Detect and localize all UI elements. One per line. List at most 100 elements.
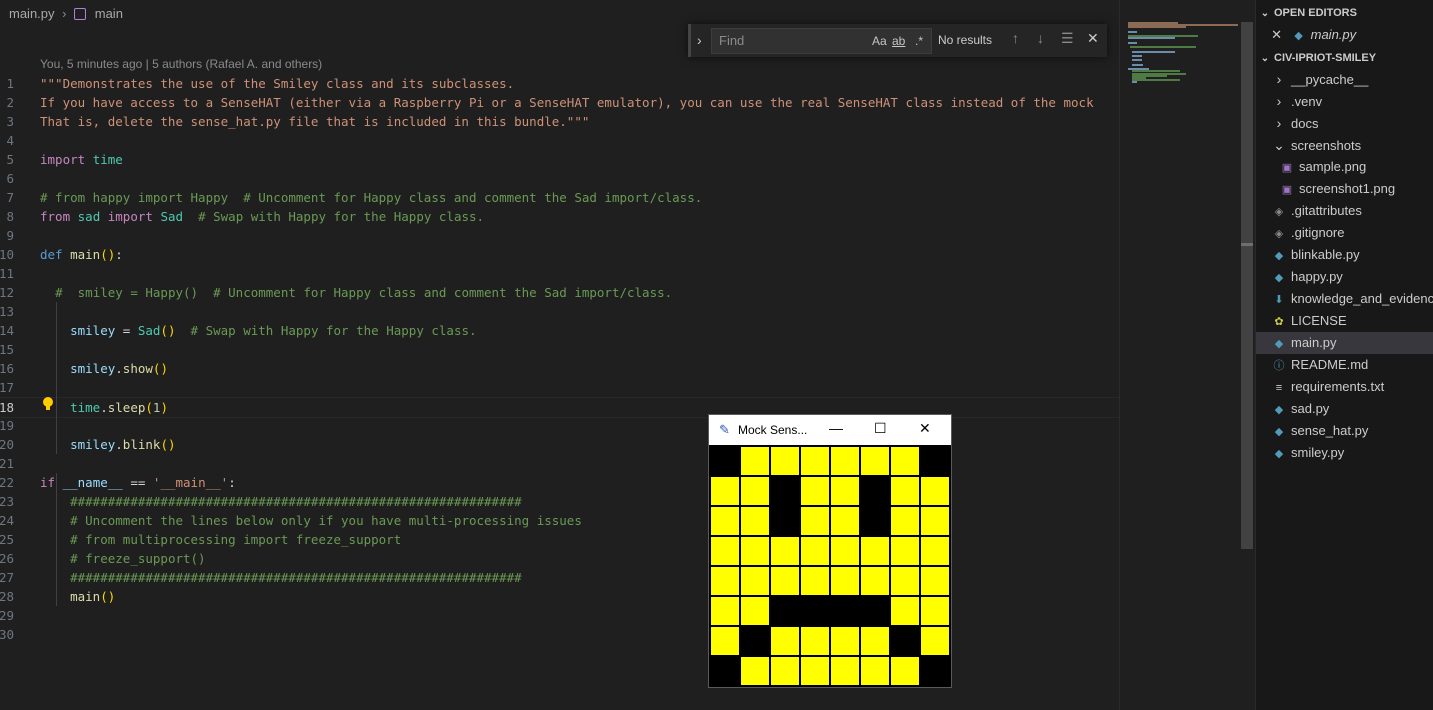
line-number: 14 [0, 323, 14, 338]
explorer-item-smiley-py[interactable]: ◆ smiley.py [1256, 442, 1433, 464]
explorer-item-label: docs [1291, 116, 1319, 131]
code-line[interactable]: 3 That is, delete the sense_hat.py file t… [0, 112, 1119, 131]
led-pixel [831, 447, 859, 475]
explorer-item-requirements-txt[interactable]: ≡ requirements.txt [1256, 376, 1433, 398]
line-number: 1 [6, 76, 14, 91]
explorer-item-label: screenshots [1291, 138, 1362, 153]
regex-icon[interactable]: .* [915, 34, 923, 48]
line-number: 27 [0, 570, 14, 585]
line-text: ########################################… [70, 570, 522, 585]
explorer-item-happy-py[interactable]: ◆ happy.py [1256, 266, 1433, 288]
explorer-item-venv[interactable]: › .venv [1256, 90, 1433, 112]
led-pixel [831, 507, 859, 535]
led-pixel [921, 627, 949, 655]
explorer-item-label: main.py [1291, 335, 1337, 350]
close-icon[interactable]: ✕ [1256, 24, 1282, 46]
code-line[interactable]: 6 [0, 169, 1119, 188]
explorer-item-sad-py[interactable]: ◆ sad.py [1256, 398, 1433, 420]
minimap-line [1132, 79, 1180, 82]
close-icon[interactable]: ✕ [1087, 30, 1099, 47]
code-line[interactable]: 11 [0, 264, 1119, 283]
explorer-item-screenshot1-png[interactable]: ▣ screenshot1.png [1256, 178, 1433, 200]
code-line[interactable]: 5 import time [0, 150, 1119, 169]
whole-word-icon[interactable]: ab [892, 34, 905, 48]
explorer-item-knowledge-and-evidence[interactable]: ⬇ knowledge_and_evidence [1256, 288, 1433, 310]
code-line[interactable]: 9 [0, 226, 1119, 245]
python-icon: ◆ [1274, 426, 1284, 438]
code-line[interactable]: 10 def main(): [0, 245, 1119, 264]
led-pixel [831, 627, 859, 655]
open-editor-item[interactable]: ✕ ◆ main.py [1256, 24, 1433, 46]
explorer-item-sense-hat-py[interactable]: ◆ sense_hat.py [1256, 420, 1433, 442]
led-pixel [891, 567, 919, 595]
led-pixel [741, 447, 769, 475]
line-number: 18 [0, 400, 14, 415]
minimize-icon[interactable]: — [829, 420, 843, 436]
maximize-icon[interactable]: ☐ [874, 420, 887, 437]
explorer-item-gitignore[interactable]: ◈ .gitignore [1256, 222, 1433, 244]
explorer-item-gitattributes[interactable]: ◈ .gitattributes [1256, 200, 1433, 222]
line-number: 28 [0, 589, 14, 604]
code-line[interactable]: 8 from sad import Sad # Swap with Happy f… [0, 207, 1119, 226]
code-line[interactable]: 14 smiley = Sad() # Swap with Happy for … [0, 321, 1119, 340]
chevron-right-icon: › [1276, 71, 1282, 87]
line-text: time.sleep(1) [70, 400, 168, 415]
code-line[interactable]: 2 If you have access to a SenseHAT (eithe… [0, 93, 1119, 112]
find-in-selection-icon[interactable]: ☰ [1061, 30, 1074, 47]
minimap-line [1128, 41, 1137, 44]
led-pixel [891, 657, 919, 685]
line-text: """Demonstrates the use of the Smiley cl… [40, 76, 515, 91]
explorer-item-docs[interactable]: › docs [1256, 112, 1433, 134]
code-line[interactable]: 15 [0, 340, 1119, 359]
code-line[interactable]: 13 [0, 302, 1119, 321]
code-line[interactable]: 17 [0, 378, 1119, 397]
line-number: 4 [6, 133, 14, 148]
project-header[interactable]: ⌄ CIV-IPRIOT-SMILEY [1256, 47, 1376, 69]
led-pixel [771, 567, 799, 595]
python-icon: ◆ [1274, 448, 1284, 460]
window-titlebar[interactable]: ✎ Mock Sens... — ☐ ✕ [709, 415, 951, 445]
breadcrumb-symbol[interactable]: main [95, 1, 123, 27]
explorer-item-pycache[interactable]: › __pycache__ [1256, 68, 1433, 90]
explorer-item-license[interactable]: ✿ LICENSE [1256, 310, 1433, 332]
explorer-item-sample-png[interactable]: ▣ sample.png [1256, 156, 1433, 178]
match-case-icon[interactable]: Aa [872, 34, 887, 48]
previous-match-icon[interactable]: ↑ [1012, 30, 1019, 46]
line-number: 19 [0, 418, 14, 433]
line-text: # from happy import Happy # Uncomment fo… [40, 190, 703, 205]
explorer-item-label: .gitignore [1291, 225, 1345, 240]
explorer-item-blinkable-py[interactable]: ◆ blinkable.py [1256, 244, 1433, 266]
find-input[interactable]: Find Aa ab .* [711, 28, 932, 54]
led-pixel [741, 477, 769, 505]
python-icon: ◆ [1294, 30, 1303, 42]
explorer-item-readme-md[interactable]: ⓘ README.md [1256, 354, 1433, 376]
explorer-item-label: knowledge_and_evidence [1291, 291, 1433, 306]
led-pixel [801, 657, 829, 685]
code-line[interactable]: 7 # from happy import Happy # Uncomment f… [0, 188, 1119, 207]
lightbulb-icon[interactable] [42, 396, 54, 412]
led-pixel [861, 447, 889, 475]
open-editors-header[interactable]: ⌄ OPEN EDITORS [1256, 2, 1357, 24]
explorer-item-screenshots[interactable]: ⌄ screenshots [1256, 134, 1433, 156]
code-line[interactable]: 12 # smiley = Happy() # Uncomment for Ha… [0, 283, 1119, 302]
close-icon[interactable]: ✕ [919, 420, 931, 437]
minimap[interactable] [1119, 0, 1242, 710]
vertical-scrollbar[interactable] [1241, 22, 1254, 710]
toggle-replace-icon[interactable]: › [697, 32, 702, 48]
open-editors-title: OPEN EDITORS [1274, 7, 1357, 19]
next-match-icon[interactable]: ↓ [1037, 30, 1044, 46]
symbol-method-icon [74, 7, 87, 20]
scrollbar-thumb[interactable] [1241, 22, 1253, 549]
led-matrix [709, 445, 951, 687]
code-line[interactable]: 4 [0, 131, 1119, 150]
led-pixel [891, 507, 919, 535]
breadcrumb-file[interactable]: main.py [9, 1, 55, 27]
explorer-item-main-py[interactable]: ◆ main.py [1256, 332, 1433, 354]
code-line[interactable]: 16 smiley.show() [0, 359, 1119, 378]
led-pixel [891, 597, 919, 625]
blame-annotation[interactable]: You, 5 minutes ago | 5 authors (Rafael A… [40, 57, 322, 71]
line-number: 2 [6, 95, 14, 110]
indent-guide [56, 473, 57, 606]
code-line[interactable]: 1 """Demonstrates the use of the Smiley c… [0, 74, 1119, 93]
chevron-right-icon: › [1276, 93, 1282, 109]
